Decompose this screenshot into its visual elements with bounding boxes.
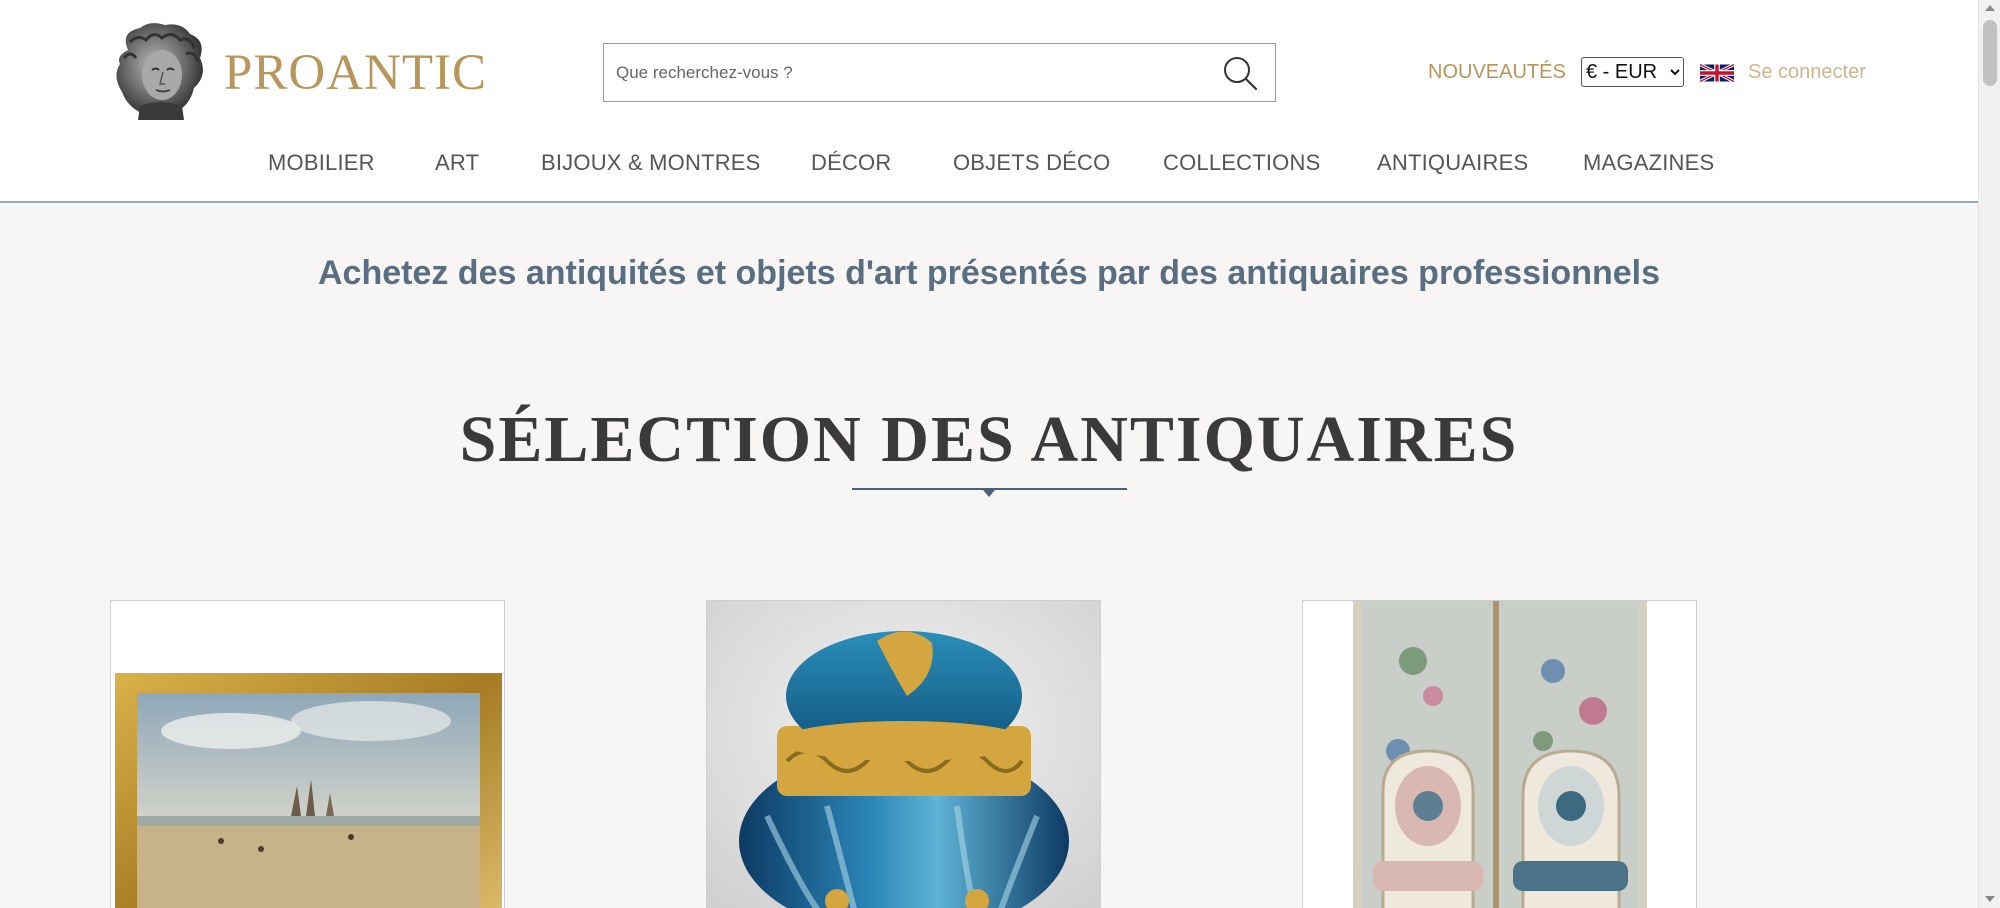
login-link[interactable]: Se connecter <box>1748 61 1866 84</box>
scroll-thumb[interactable] <box>1983 20 1997 86</box>
product-card-painting[interactable] <box>110 600 505 908</box>
nav-item-mobilier[interactable]: MOBILIER <box>268 150 375 176</box>
nav-item-decor[interactable]: DÉCOR <box>811 150 891 176</box>
page-scrollbar[interactable] <box>1978 0 2000 908</box>
divider-arrow <box>983 490 995 497</box>
main-nav: MOBILIER ART BIJOUX & MONTRES DÉCOR OBJE… <box>0 150 1978 180</box>
classical-bust-logo[interactable] <box>110 20 210 122</box>
search-input[interactable] <box>616 58 1196 88</box>
jar-image <box>707 601 1100 908</box>
nouveautes-link[interactable]: NOUVEAUTÉS <box>1428 61 1566 84</box>
scroll-up-arrow-icon[interactable] <box>1985 5 1995 11</box>
armchairs-image <box>1303 601 1696 908</box>
product-card-jar[interactable] <box>706 600 1101 908</box>
nav-item-collections[interactable]: COLLECTIONS <box>1163 150 1320 176</box>
search-icon[interactable] <box>1221 54 1259 92</box>
nav-item-objets-deco[interactable]: OBJETS DÉCO <box>953 150 1110 176</box>
page-tagline: Achetez des antiquités et objets d'art p… <box>317 254 1661 292</box>
scroll-down-arrow-icon[interactable] <box>1985 896 1995 902</box>
section-title: SÉLECTION DES ANTIQUAIRES <box>459 403 1519 476</box>
product-card-armchairs[interactable] <box>1302 600 1697 908</box>
nav-item-art[interactable]: ART <box>435 150 479 176</box>
nav-item-bijoux-montres[interactable]: BIJOUX & MONTRES <box>541 150 761 176</box>
nav-item-antiquaires[interactable]: ANTIQUAIRES <box>1377 150 1528 176</box>
nav-item-magazines[interactable]: MAGAZINES <box>1583 150 1714 176</box>
painting-image <box>111 601 504 908</box>
search-box <box>603 43 1276 102</box>
currency-select[interactable]: € - EUR <box>1581 57 1684 87</box>
site-header: PROANTIC NOUVEAUTÉS € - EUR Se connecter… <box>0 0 1978 203</box>
logo-wordmark[interactable]: PROANTIC <box>224 44 487 102</box>
uk-flag-icon[interactable] <box>1700 61 1734 85</box>
